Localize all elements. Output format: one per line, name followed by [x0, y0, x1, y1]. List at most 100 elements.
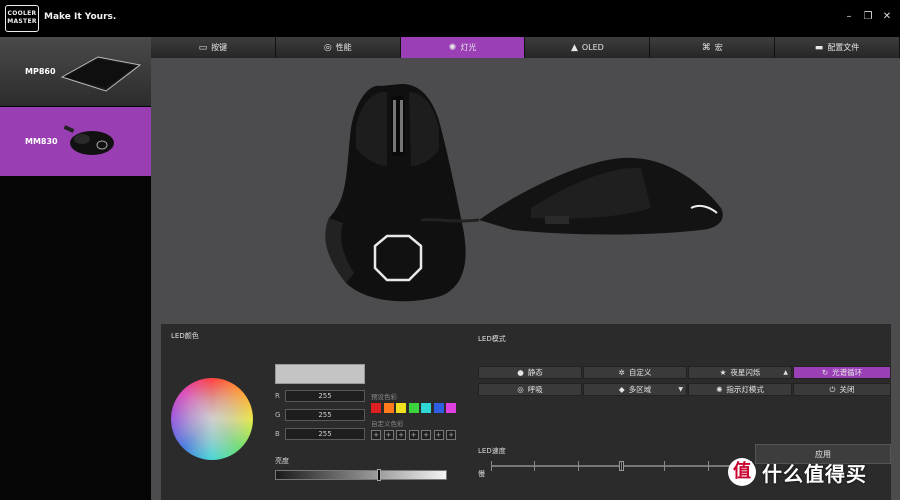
mouse-preview-area — [151, 58, 900, 324]
tab-lighting[interactable]: ✺ 灯光 — [400, 37, 526, 58]
custom-colors-label: 自定义色彩 — [371, 420, 404, 428]
tab-label: OLED — [581, 43, 604, 52]
speed-tick — [621, 461, 622, 471]
star-icon: ★ — [719, 368, 727, 377]
dropdown-arrow-icon[interactable]: ▲ — [783, 369, 788, 376]
preset-color-swatch[interactable] — [371, 403, 381, 413]
tab-profiles[interactable]: ▬ 配置文件 — [775, 37, 900, 58]
oled-icon: ▲ — [570, 42, 578, 53]
r-input[interactable]: 255 — [285, 390, 365, 402]
tab-oled[interactable]: ▲ OLED — [525, 37, 651, 58]
gauge-icon: ◎ — [323, 42, 332, 53]
custom-color-slot[interactable]: + — [421, 430, 431, 440]
preset-color-swatch[interactable] — [408, 403, 419, 413]
mode-label: 指示灯模式 — [726, 385, 764, 394]
custom-color-slot[interactable]: + — [446, 430, 456, 440]
mode-label: 静态 — [527, 368, 543, 377]
led-color-title: LED颜色 — [171, 332, 199, 340]
preset-color-swatch[interactable] — [421, 403, 431, 413]
tab-label: 按键 — [211, 43, 228, 52]
cube-icon: ◆ — [618, 385, 625, 394]
brightness-slider[interactable] — [275, 469, 447, 481]
custom-color-slot[interactable]: + — [408, 430, 419, 440]
device-name: MM830 — [25, 137, 58, 146]
mode-label: 多区域 — [628, 385, 652, 394]
tab-macro[interactable]: ⌘ 宏 — [650, 37, 776, 58]
preset-color-swatch[interactable] — [433, 403, 444, 413]
brightness-slider-handle[interactable] — [377, 469, 382, 481]
power-icon: ⏻ — [829, 384, 836, 394]
custom-color-slot[interactable]: + — [433, 430, 444, 440]
mouse-top-view — [325, 83, 466, 302]
brightness-label: 亮度 — [275, 457, 289, 465]
preset-color-swatch[interactable] — [446, 403, 456, 413]
mode-label: 夜星闪烁 — [730, 368, 761, 377]
restore-button[interactable]: ❐ — [862, 11, 874, 23]
speed-tick — [577, 461, 579, 471]
tab-label: 灯光 — [460, 43, 477, 52]
title-bar: COOLER MASTER Make It Yours. – ❐ ✕ — [0, 0, 900, 37]
r-label: R — [275, 392, 280, 400]
device-item-mm830[interactable]: MM830 — [0, 107, 151, 176]
cooler-master-logo: COOLER MASTER — [5, 5, 39, 32]
mode-breathing-button[interactable]: ◎ 呼吸 — [478, 383, 582, 396]
watermark-text: 什么值得买 — [762, 461, 867, 486]
close-button[interactable]: ✕ — [881, 11, 893, 23]
b-input[interactable]: 255 — [285, 428, 365, 440]
preset-color-swatch[interactable] — [383, 403, 394, 413]
preset-colors-label: 预设色彩 — [371, 393, 397, 401]
mouse-preview-image — [325, 83, 723, 302]
tab-performance[interactable]: ◎ 性能 — [275, 37, 401, 58]
b-label: B — [275, 430, 280, 438]
speed-slow-label: 慢 — [478, 470, 485, 478]
tab-label: 宏 — [714, 43, 723, 52]
custom-color-slot[interactable]: + — [396, 430, 406, 440]
watermark: 值 什么值得买 — [728, 452, 867, 492]
macro-icon: ⌘ — [701, 42, 711, 53]
speed-tick — [707, 461, 709, 471]
main-tabs: ▭ 按键 ◎ 性能 ✺ 灯光 ▲ OLED ⌘ 宏 ▬ 配置文件 — [151, 37, 900, 58]
mousepad-image — [60, 56, 142, 92]
mode-spectrum-cycle-button[interactable]: ↻ 光谱循环 — [793, 366, 891, 379]
tab-label: 性能 — [335, 43, 352, 52]
mode-label: 呼吸 — [527, 385, 543, 394]
bulb-icon: ✺ — [716, 385, 723, 394]
mode-starlight-button[interactable]: ★ 夜星闪烁 ▲ — [688, 366, 792, 379]
dropdown-arrow-icon[interactable]: ▼ — [678, 386, 683, 393]
mode-label: 自定义 — [628, 368, 652, 377]
preset-color-swatch[interactable] — [396, 403, 406, 413]
mode-multi-zone-button[interactable]: ◆ 多区域 ▼ — [583, 383, 687, 396]
chat-icon: ● — [517, 368, 524, 377]
mouse-icon: ▭ — [198, 42, 208, 53]
device-name: MP860 — [25, 67, 56, 76]
speed-tick — [534, 461, 536, 471]
led-mode-title: LED模式 — [478, 335, 506, 343]
mouse-side-view — [420, 157, 723, 235]
device-item-mp860[interactable]: MP860 — [0, 37, 151, 106]
color-wheel[interactable] — [171, 378, 253, 460]
mode-indicator-button[interactable]: ✺ 指示灯模式 — [688, 383, 792, 396]
watermark-logo: 值 — [728, 458, 756, 486]
color-preview-swatch — [275, 364, 365, 384]
folder-icon: ▬ — [814, 42, 824, 53]
mode-off-button[interactable]: ⏻ 关闭 — [793, 383, 891, 396]
minimize-button[interactable]: – — [843, 11, 855, 23]
device-sidebar: MP860 MM830 — [0, 37, 151, 500]
led-speed-slider[interactable] — [491, 461, 752, 471]
custom-color-slot[interactable]: + — [383, 430, 394, 440]
cycle-icon: ↻ — [821, 368, 829, 377]
tab-buttons[interactable]: ▭ 按键 — [151, 37, 276, 58]
led-speed-label: LED速度 — [478, 447, 506, 455]
gamepad-icon: ◎ — [517, 385, 524, 394]
speed-tick — [664, 461, 666, 471]
mode-label: 光谱循环 — [832, 368, 863, 377]
speed-tick — [491, 461, 492, 471]
g-input[interactable]: 255 — [285, 409, 365, 421]
mode-custom-button[interactable]: ✲ 自定义 — [583, 366, 687, 379]
mouse-thumbnail-image — [63, 125, 114, 155]
logo-text: COOLER MASTER — [7, 10, 37, 25]
mode-static-button[interactable]: ● 静态 — [478, 366, 582, 379]
custom-color-slot[interactable]: + — [371, 430, 381, 440]
mode-label: 关闭 — [839, 385, 855, 394]
bulb-icon: ✺ — [448, 42, 457, 53]
